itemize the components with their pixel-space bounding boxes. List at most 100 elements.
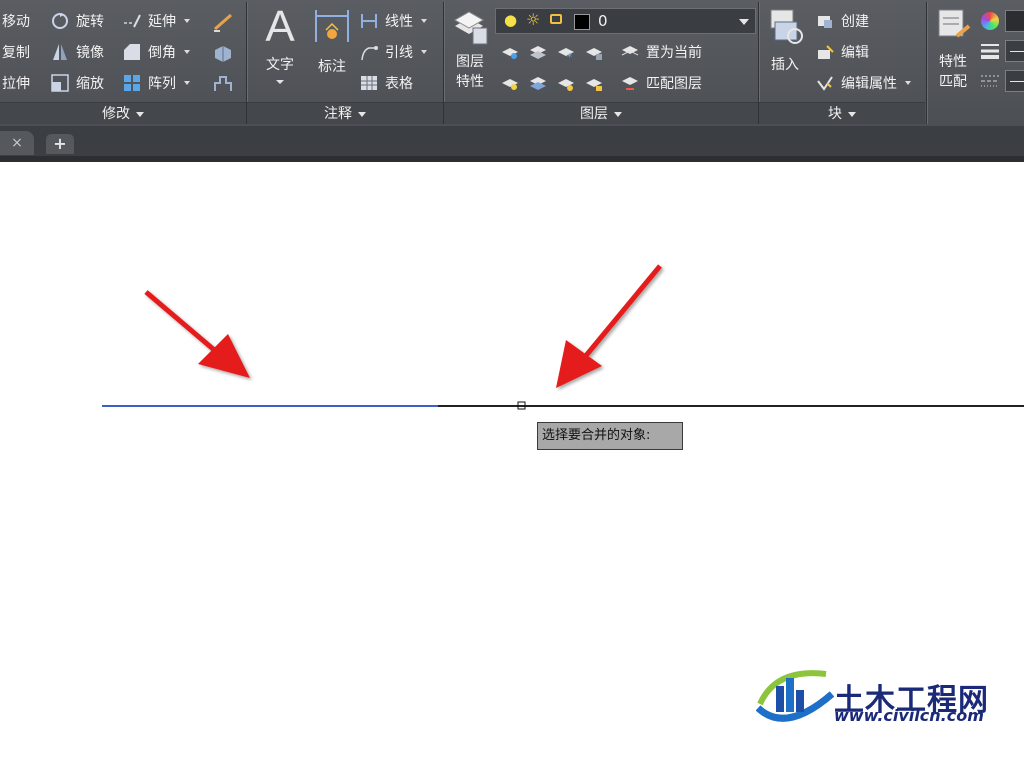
insert-button[interactable]: 插入: [763, 6, 807, 74]
match-properties-label-1: 特性: [939, 54, 967, 70]
layer-isolate-icon: [528, 42, 548, 62]
set-current-icon: [620, 42, 640, 62]
layer-properties-button[interactable]: 图层 特性: [448, 6, 492, 92]
chamfer-dropdown-icon[interactable]: [184, 50, 190, 54]
linear-label: 线性: [385, 14, 413, 30]
layers-panel-title[interactable]: 图层: [444, 102, 758, 124]
create-label: 创建: [841, 14, 869, 30]
array-dropdown-icon[interactable]: [184, 81, 190, 85]
insert-block-icon: [763, 6, 807, 46]
match-properties-icon: [931, 6, 975, 46]
create-block-button[interactable]: 创建: [815, 9, 869, 33]
panel-annotation: A 文字 标注 线性 引线 表格 注释: [247, 0, 443, 126]
array-button[interactable]: 阵列: [122, 71, 190, 95]
scale-button[interactable]: 缩放: [50, 71, 104, 95]
new-tab-button[interactable]: +: [46, 134, 74, 154]
bulb-icon: ●: [504, 11, 518, 29]
command-prompt-tooltip: 选择要合并的对象:: [537, 422, 683, 450]
set-current-button[interactable]: 置为当前: [620, 40, 702, 64]
text-label: 文字: [266, 57, 294, 73]
color-wheel-icon[interactable]: [981, 12, 999, 30]
offset-icon: [212, 73, 232, 93]
extend-label: 延伸: [148, 14, 176, 30]
lineweight-icon[interactable]: [980, 42, 1000, 60]
leader-label: 引线: [385, 45, 413, 61]
modify-expand-icon: [136, 111, 144, 117]
layer-unlock-button[interactable]: [584, 71, 610, 95]
dimension-button[interactable]: 标注: [309, 6, 355, 76]
leader-icon: [359, 42, 379, 62]
table-button[interactable]: 表格: [359, 71, 413, 95]
lineweight-dropdown[interactable]: [1005, 40, 1024, 62]
stretch-label: 拉伸: [2, 76, 30, 92]
chamfer-button[interactable]: 倒角: [122, 40, 190, 64]
text-dropdown-icon[interactable]: [276, 80, 284, 84]
match-layer-label: 匹配图层: [646, 76, 702, 92]
linetype-dropdown[interactable]: [1005, 70, 1024, 92]
explode-icon: [212, 42, 232, 62]
annotation-panel-title[interactable]: 注释: [247, 102, 443, 124]
edit-attributes-button[interactable]: 编辑属性: [815, 71, 911, 95]
panel-layers: 图层 特性 ● ☼ 0 * 置为当前 匹配图层 图层: [444, 0, 758, 126]
mirror-button[interactable]: 镜像: [50, 40, 104, 64]
watermark-url: www.civilcn.com: [834, 706, 984, 725]
linetype-icon[interactable]: [980, 72, 1000, 90]
red-arrow-left: [144, 290, 250, 378]
layer-dropdown[interactable]: ● ☼ 0: [495, 8, 756, 34]
layer-freeze-button[interactable]: *: [556, 40, 582, 64]
layer-isolate-button[interactable]: [528, 40, 554, 64]
panel-properties: 特性 匹配: [927, 0, 1024, 126]
chamfer-label: 倒角: [148, 45, 176, 61]
layer-unisolate-icon: [528, 73, 548, 93]
erase-button[interactable]: [212, 9, 238, 33]
text-button[interactable]: A 文字: [257, 4, 303, 90]
copy-button[interactable]: 复制: [2, 40, 30, 64]
rotate-label: 旋转: [76, 14, 104, 30]
annotation-expand-icon: [358, 111, 366, 117]
mirror-label: 镜像: [76, 45, 104, 61]
linear-dropdown-icon[interactable]: [421, 19, 427, 23]
color-dropdown[interactable]: [1005, 10, 1024, 32]
rotate-button[interactable]: 旋转: [50, 9, 104, 33]
edit-attributes-label: 编辑属性: [841, 76, 897, 92]
sun-icon: ☼: [526, 10, 541, 29]
layer-thaw-button[interactable]: [556, 71, 582, 95]
edit-attributes-dropdown-icon[interactable]: [905, 81, 911, 85]
layer-properties-label-2: 特性: [456, 74, 484, 90]
block-panel-title[interactable]: 块: [759, 102, 925, 124]
layer-lock-icon: [584, 42, 604, 62]
extend-button[interactable]: 延伸: [122, 9, 190, 33]
file-tab-bar: [0, 126, 1024, 156]
panel-modify: 移动 旋转 延伸 复制 镜像 倒角 拉伸 缩放 阵列 修改: [0, 0, 246, 126]
current-layer-name: 0: [598, 12, 608, 30]
modify-panel-title[interactable]: 修改: [0, 102, 246, 124]
linear-button[interactable]: 线性: [359, 9, 427, 33]
block-expand-icon: [848, 111, 856, 117]
copy-label: 复制: [2, 45, 30, 61]
layer-off-button[interactable]: [500, 40, 526, 64]
explode-button[interactable]: [212, 40, 238, 64]
layer-freeze-icon: *: [556, 42, 576, 63]
edit-label: 编辑: [841, 45, 869, 61]
table-label: 表格: [385, 76, 413, 92]
layer-lock-button[interactable]: [584, 40, 610, 64]
leader-button[interactable]: 引线: [359, 40, 427, 64]
move-button[interactable]: 移动: [2, 9, 30, 33]
layer-unisolate-button[interactable]: [528, 71, 554, 95]
panel-block: 插入 创建 编辑 编辑属性 块: [759, 0, 925, 126]
erase-brush-icon: [212, 11, 232, 32]
layer-color-swatch: [574, 14, 590, 30]
extend-dropdown-icon[interactable]: [184, 19, 190, 23]
close-tab-button[interactable]: ×: [0, 131, 34, 155]
edit-block-button[interactable]: 编辑: [815, 40, 869, 64]
create-block-icon: [815, 11, 835, 31]
layer-on-icon: [500, 73, 520, 93]
layer-on-button[interactable]: [500, 71, 526, 95]
leader-dropdown-icon[interactable]: [421, 50, 427, 54]
match-layer-button[interactable]: 匹配图层: [620, 71, 702, 95]
match-properties-label-2: 匹配: [939, 74, 967, 90]
match-properties-button[interactable]: 特性 匹配: [931, 6, 975, 92]
stretch-button[interactable]: 拉伸: [2, 71, 30, 95]
offset-button[interactable]: [212, 71, 238, 95]
edit-block-icon: [815, 42, 835, 62]
